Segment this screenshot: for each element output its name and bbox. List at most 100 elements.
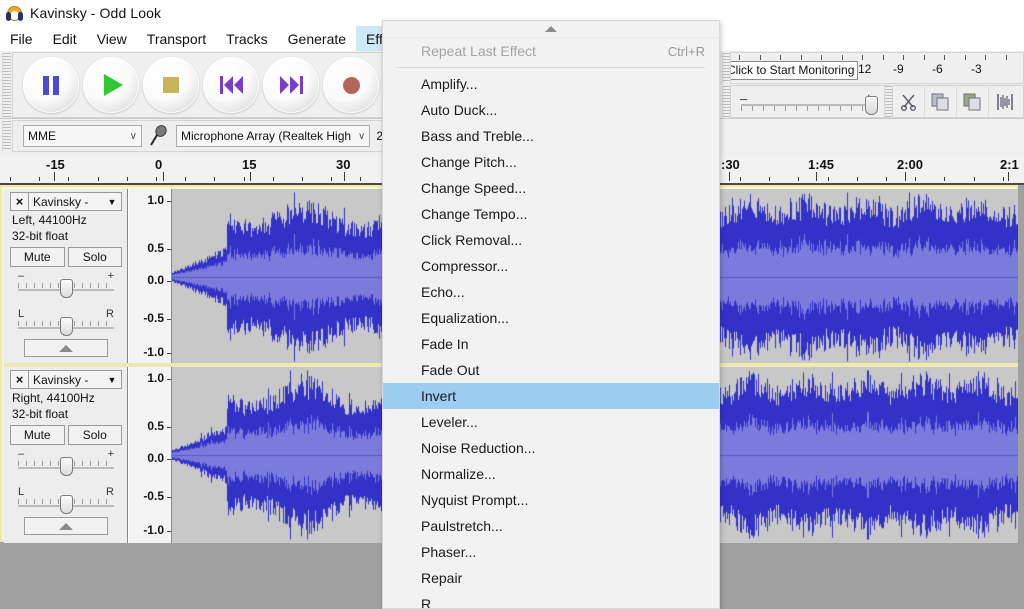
menubar-item-generate[interactable]: Generate: [278, 26, 356, 51]
vruler-label: 0.0: [147, 273, 164, 287]
menu-separator: [397, 67, 705, 68]
stop-icon: [163, 77, 179, 93]
pan-thumb[interactable]: [60, 495, 73, 514]
mute-button-right[interactable]: Mute: [10, 425, 65, 445]
track-rate-right: Right, 44100Hz: [12, 391, 95, 405]
menu-scroll-up-button[interactable]: [383, 21, 719, 38]
menu-item-compressor[interactable]: Compressor...: [383, 253, 719, 279]
transport-toolbar-grip[interactable]: [2, 53, 11, 117]
solo-button-left[interactable]: Solo: [67, 247, 122, 267]
vruler-tick: [167, 497, 171, 498]
menu-item-change-pitch[interactable]: Change Pitch...: [383, 149, 719, 175]
output-volume-slider[interactable]: [865, 96, 878, 115]
vruler-label: 1.0: [147, 371, 164, 385]
menu-item-label: Fade Out: [421, 362, 480, 378]
track-buttons-left: Mute Solo: [10, 247, 122, 267]
vertical-ruler-right[interactable]: 1.0 0.5 0.0 -0.5 -1.0: [129, 367, 172, 543]
gain-thumb[interactable]: [60, 457, 73, 476]
mute-button-left[interactable]: Mute: [10, 247, 65, 267]
skip-to-start-button[interactable]: [203, 57, 259, 113]
pan-slider-left[interactable]: L R: [18, 308, 114, 336]
menu-item-r[interactable]: R: [383, 591, 719, 608]
menu-item-paulstretch[interactable]: Paulstretch...: [383, 513, 719, 539]
menubar-item-edit[interactable]: Edit: [43, 26, 87, 51]
device-toolbar-grip[interactable]: [2, 121, 11, 151]
menu-item-nyquist-prompt[interactable]: Nyquist Prompt...: [383, 487, 719, 513]
menubar-item-view[interactable]: View: [87, 26, 137, 51]
menubar-item-file[interactable]: File: [0, 26, 43, 51]
timeline-label: 30: [336, 157, 351, 172]
trim-icon: [997, 93, 1013, 110]
close-track-button[interactable]: ×: [11, 371, 29, 388]
collapse-caret-icon: [59, 344, 73, 352]
effect-dropdown-menu: Repeat Last Effect Ctrl+R Amplify... Auto D…: [382, 20, 720, 609]
recording-device-select[interactable]: Microphone Array (Realtek High ∨: [176, 125, 371, 147]
close-track-button[interactable]: ×: [11, 193, 29, 210]
vruler-label: 0.0: [147, 451, 164, 465]
track-dropdown-icon[interactable]: ▼: [103, 197, 121, 207]
vertical-ruler-left[interactable]: 1.0 0.5 0.0 -0.5 -1.0: [129, 189, 172, 365]
timeline-minor-tick: [974, 177, 975, 181]
vruler-label: -1.0: [143, 345, 164, 359]
menu-item-fade-out[interactable]: Fade Out: [383, 357, 719, 383]
menu-item-echo[interactable]: Echo...: [383, 279, 719, 305]
pan-thumb[interactable]: [60, 317, 73, 336]
menubar-item-tracks[interactable]: Tracks: [216, 26, 277, 51]
output-volume-ticks: [741, 106, 873, 111]
menu-item-repair[interactable]: Repair: [383, 565, 719, 591]
menu-item-label: Compressor...: [421, 258, 509, 274]
pan-left-label: L: [18, 486, 25, 498]
timeline-major-tick: [344, 172, 345, 181]
menu-item-click-removal[interactable]: Click Removal...: [383, 227, 719, 253]
vruler-tick: [167, 427, 171, 428]
menu-item-amplify[interactable]: Amplify...: [383, 71, 719, 97]
timeline-label: 1:45: [808, 157, 835, 172]
track-format-right: 32-bit float: [12, 407, 69, 421]
menu-item-equalization[interactable]: Equalization...: [383, 305, 719, 331]
menu-item-fade-in[interactable]: Fade In: [383, 331, 719, 357]
menu-item-change-tempo[interactable]: Change Tempo...: [383, 201, 719, 227]
collapse-track-button-right[interactable]: [24, 517, 108, 535]
gain-slider-right[interactable]: – +: [18, 448, 114, 476]
track-dropdown-icon[interactable]: ▼: [103, 375, 121, 385]
timeline-minor-tick: [127, 177, 128, 181]
timeline-major-tick: [1008, 172, 1009, 181]
menu-item-leveler[interactable]: Leveler...: [383, 409, 719, 435]
vruler-tick: [167, 353, 171, 354]
solo-button-right[interactable]: Solo: [67, 425, 122, 445]
gain-slider-left[interactable]: – +: [18, 270, 114, 298]
menu-item-noise-reduction[interactable]: Noise Reduction...: [383, 435, 719, 461]
cut-button[interactable]: [893, 86, 925, 117]
menu-item-repeat-last-effect: Repeat Last Effect Ctrl+R: [383, 38, 719, 64]
gain-max-label: +: [107, 448, 114, 460]
menu-item-normalize[interactable]: Normalize...: [383, 461, 719, 487]
pan-slider-right[interactable]: L R: [18, 486, 114, 514]
skip-to-end-button[interactable]: [263, 57, 319, 113]
play-button[interactable]: [83, 57, 139, 113]
copy-button[interactable]: [925, 86, 957, 117]
menu-item-auto-duck[interactable]: Auto Duck...: [383, 97, 719, 123]
menu-item-label: Equalization...: [421, 310, 509, 326]
timeline-major-tick: [816, 172, 817, 181]
recording-meter-toolbar[interactable]: -21-18-15-12-9-6-3 Click to Start Monito…: [730, 52, 1024, 84]
stop-button[interactable]: [143, 57, 199, 113]
record-button[interactable]: [323, 57, 379, 113]
timeline-minor-tick: [1003, 177, 1004, 181]
gain-thumb[interactable]: [60, 279, 73, 298]
collapse-track-button-left[interactable]: [24, 339, 108, 357]
paste-button[interactable]: [957, 86, 989, 117]
start-monitoring-tooltip[interactable]: Click to Start Monitoring: [731, 61, 859, 80]
menu-item-invert[interactable]: Invert: [383, 383, 719, 409]
menu-item-bass-and-treble[interactable]: Bass and Treble...: [383, 123, 719, 149]
menu-item-phaser[interactable]: Phaser...: [383, 539, 719, 565]
meter-tick: [985, 55, 986, 60]
timeline-label: 2:00: [897, 157, 924, 172]
record-icon: [342, 76, 360, 94]
trim-audio-button[interactable]: [989, 87, 1021, 117]
menu-item-change-speed[interactable]: Change Speed...: [383, 175, 719, 201]
menubar-item-transport[interactable]: Transport: [137, 26, 216, 51]
meter-tick: [780, 55, 781, 60]
scroll-up-caret-icon: [545, 26, 557, 32]
pause-button[interactable]: [23, 57, 79, 113]
audio-host-select[interactable]: MME ∨: [23, 125, 142, 147]
